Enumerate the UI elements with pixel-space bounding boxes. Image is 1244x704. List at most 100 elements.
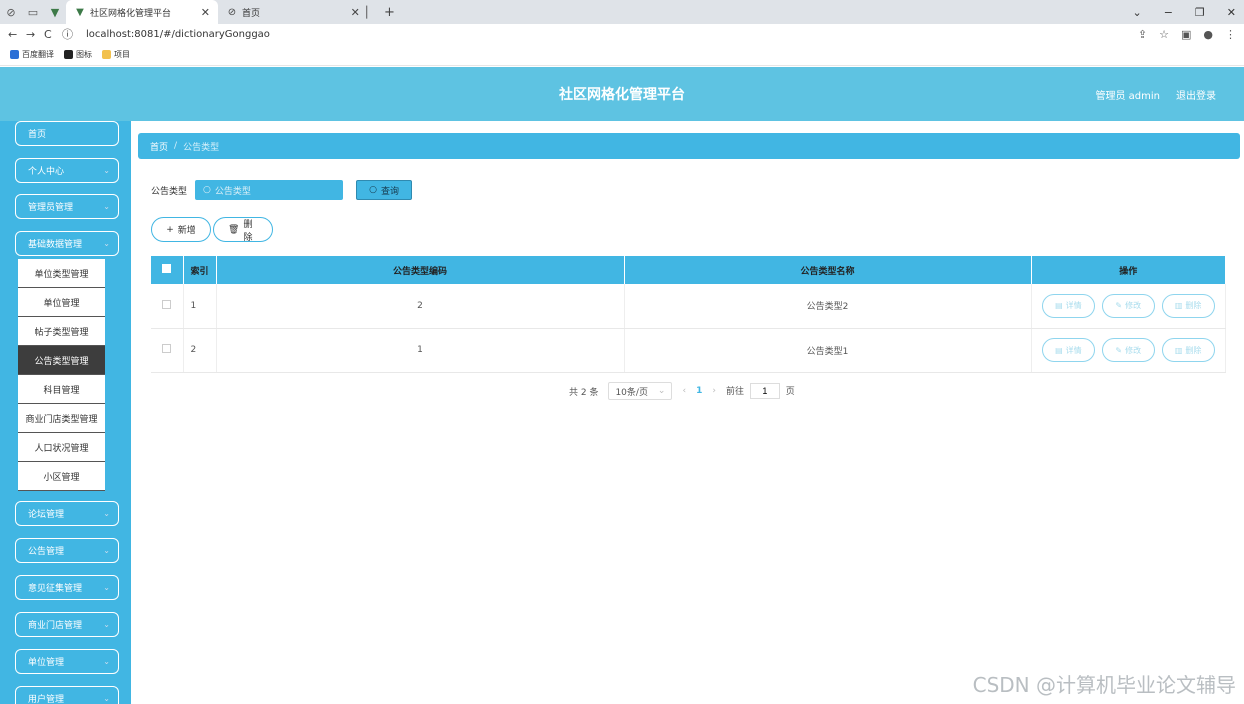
reload-icon[interactable]: C	[44, 28, 58, 41]
chevron-down-icon: ⌄	[103, 509, 110, 518]
window-controls: ⌄ − ❐ ✕	[1132, 0, 1236, 24]
chevron-down-icon: ⌄	[103, 583, 110, 592]
more-icon[interactable]: ⋮	[1225, 28, 1236, 41]
row-delete-button[interactable]: ▥ 删除	[1161, 293, 1215, 318]
trash-icon: 🗑	[228, 224, 240, 235]
row-checkbox[interactable]	[162, 344, 172, 353]
close-window-icon[interactable]: ✕	[1227, 6, 1236, 19]
edit-icon: ✎	[1115, 345, 1123, 355]
url-field[interactable]: localhost:8081/#/dictionaryGonggao	[86, 29, 270, 40]
next-page-icon[interactable]: ›	[712, 386, 716, 396]
sidebar-item-opinion[interactable]: 意见征集管理 ⌄	[15, 575, 119, 600]
info-icon[interactable]: ⓘ	[62, 26, 76, 42]
minimize-icon[interactable]: −	[1164, 6, 1173, 19]
submenu-item-subject[interactable]: 科目管理	[18, 375, 105, 404]
address-bar: ← → C ⓘ localhost:8081/#/dictionaryGongg…	[0, 24, 1244, 44]
pager-goto: 前往 页	[726, 383, 795, 399]
sidebar-item-store[interactable]: 商业门店管理 ⌄	[15, 612, 119, 637]
tab-search-icon[interactable]: ⌄	[1132, 6, 1141, 19]
new-tab-icon[interactable]: +	[384, 5, 395, 20]
goto-page-input[interactable]	[749, 383, 780, 399]
sidebar-item-basic-data[interactable]: 基础数据管理 ⌄	[15, 231, 119, 256]
bookmark-project[interactable]: 项目	[102, 49, 130, 60]
tab-inactive[interactable]: ⊘ 首页 ✕ │	[218, 0, 378, 24]
globe-favicon-icon: ⊘	[227, 6, 237, 18]
submenu-item-population[interactable]: 人口状况管理	[18, 433, 105, 462]
row-delete-button[interactable]: ▥ 删除	[1161, 338, 1215, 362]
delete-button[interactable]: 🗑 删除	[213, 217, 273, 243]
share-icon[interactable]: ⇪	[1138, 28, 1147, 41]
sidebar-item-unit[interactable]: 单位管理 ⌄	[15, 649, 119, 674]
sidebar-item-forum[interactable]: 论坛管理 ⌄	[15, 501, 119, 526]
sidepanel-icon[interactable]: ▣	[1181, 28, 1191, 41]
chevron-down-icon: ⌄	[103, 202, 110, 211]
browser-tabbar: ⊘ ▭ ▼ ▼ 社区网格化管理平台 ✕ ⊘ 首页 ✕ │ + ⌄ − ❐ ✕	[0, 0, 1244, 24]
submenu-item-community[interactable]: 小区管理	[18, 462, 105, 491]
chevron-down-icon: ⌄	[103, 620, 110, 629]
prev-page-icon[interactable]: ‹	[682, 386, 686, 396]
chevron-down-icon: ⌄	[657, 386, 666, 396]
main-content: 首页 / 公告类型 公告类型 ○ 公告类型 ○ 查询 + 新增 🗑 删除 索引 …	[131, 121, 1244, 704]
sidebar-item-profile[interactable]: 个人中心 ⌄	[15, 158, 119, 183]
watermark: CSDN @计算机毕业论文辅导	[972, 673, 1236, 697]
sidebar-item-home[interactable]: 首页	[15, 121, 119, 146]
search-input[interactable]: ○ 公告类型	[195, 180, 344, 200]
detail-button[interactable]: ▤ 详情	[1041, 338, 1095, 362]
vue-logo-icon: ▼	[50, 5, 60, 19]
tab-active[interactable]: ▼ 社区网格化管理平台 ✕	[66, 0, 218, 24]
chevron-up-icon: ⌄	[103, 239, 110, 248]
submenu-item-unit[interactable]: 单位管理	[18, 288, 105, 317]
bookmark-translate[interactable]: 百度翻译	[10, 49, 54, 60]
submenu-item-post-type[interactable]: 帖子类型管理	[18, 317, 105, 346]
plus-icon: +	[166, 224, 174, 235]
detail-icon: ▤	[1055, 301, 1063, 311]
add-button[interactable]: + 新增	[151, 217, 211, 242]
sidebar-item-user[interactable]: 用户管理 ⌄	[15, 686, 119, 704]
browser-menu-icon[interactable]: ⊘	[0, 6, 22, 19]
edit-button[interactable]: ✎ 修改	[1101, 293, 1155, 318]
sidebar-item-notice[interactable]: 公告管理 ⌄	[15, 538, 119, 563]
submenu-item-unit-type[interactable]: 单位类型管理	[18, 259, 105, 288]
row-name: 公告类型2	[624, 284, 1032, 329]
close-tab-icon[interactable]: ✕	[201, 6, 210, 19]
select-all-checkbox[interactable]	[162, 264, 172, 273]
tab-group-icon[interactable]: ▭	[22, 6, 44, 19]
chevron-down-icon: ⌄	[103, 694, 110, 703]
sidebar-item-admin[interactable]: 管理员管理 ⌄	[15, 194, 119, 219]
forward-icon[interactable]: →	[26, 28, 40, 41]
back-icon[interactable]: ←	[8, 28, 22, 41]
search-button[interactable]: ○ 查询	[356, 180, 413, 200]
chevron-down-icon: ⌄	[103, 657, 110, 666]
bookmark-star-icon[interactable]: ☆	[1159, 28, 1169, 41]
logout-link[interactable]: 退出登录	[1176, 87, 1216, 102]
submenu-item-notice-type[interactable]: 公告类型管理	[18, 346, 105, 375]
row-code: 1	[216, 328, 625, 373]
detail-button[interactable]: ▤ 详情	[1041, 293, 1095, 318]
bookmark-icons[interactable]: 图标	[64, 49, 92, 60]
submenu-item-store-type[interactable]: 商业门店类型管理	[18, 404, 105, 433]
col-operations: 操作	[1031, 256, 1226, 284]
chevron-down-icon: ⌄	[103, 166, 110, 175]
page-size-select[interactable]: 10条/页 ⌄	[608, 382, 673, 400]
tab-active-title: 社区网格化管理平台	[90, 8, 172, 19]
pager-total: 共 2 条	[569, 387, 599, 398]
detail-icon: ▤	[1055, 345, 1063, 355]
vue-favicon-icon: ▼	[76, 6, 84, 18]
row-index: 1	[183, 284, 217, 329]
close-tab-icon[interactable]: ✕ │	[351, 6, 370, 19]
breadcrumb-home[interactable]: 首页	[150, 140, 168, 153]
action-buttons: + 新增 🗑 删除	[151, 217, 273, 243]
trash-icon: ▥	[1174, 345, 1183, 355]
pagination: 共 2 条 10条/页 ⌄ ‹ 1 › 前往 页	[569, 382, 795, 400]
profile-icon[interactable]: ●	[1203, 28, 1213, 41]
submenu-basic-data: 单位类型管理 单位管理 帖子类型管理 公告类型管理 科目管理 商业门店类型管理 …	[18, 259, 105, 491]
search-placeholder: 公告类型	[214, 186, 251, 197]
edit-button[interactable]: ✎ 修改	[1101, 338, 1155, 362]
col-index: 索引	[183, 256, 217, 284]
trash-icon: ▥	[1174, 301, 1183, 311]
page-number[interactable]: 1	[696, 386, 702, 396]
row-checkbox[interactable]	[162, 299, 172, 309]
row-ops: ▤ 详情 ✎ 修改 ▥ 删除	[1031, 328, 1226, 373]
chevron-down-icon: ⌄	[103, 546, 110, 555]
restore-icon[interactable]: ❐	[1195, 6, 1205, 19]
